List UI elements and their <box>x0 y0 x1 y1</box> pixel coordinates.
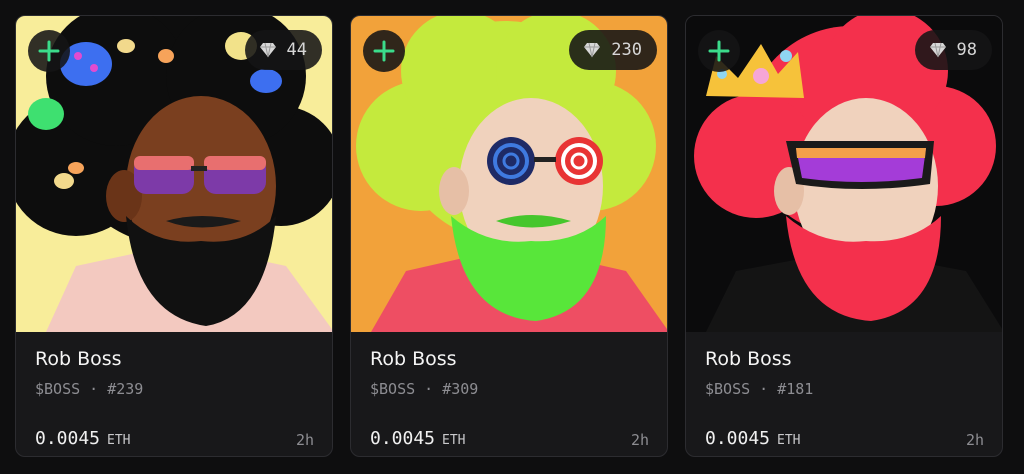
separator: · <box>759 380 769 398</box>
plus-icon <box>38 40 60 62</box>
collection-line: $BOSS · #181 <box>705 380 813 398</box>
separator: · <box>424 380 434 398</box>
collection-line: $BOSS · #239 <box>35 380 143 398</box>
nft-name: Rob Boss <box>35 348 122 370</box>
token-id: #239 <box>107 380 144 398</box>
token-id: #309 <box>442 380 479 398</box>
likes-badge[interactable]: 98 <box>914 30 992 70</box>
diamond-icon <box>584 42 601 58</box>
diamond-icon <box>929 42 946 58</box>
nft-image[interactable]: 44 <box>16 16 332 332</box>
nft-card[interactable]: 98 Rob Boss $BOSS · #181 0.0045 ETH 2h <box>685 15 1003 457</box>
ticker: $BOSS <box>705 380 751 398</box>
nft-name: Rob Boss <box>705 348 792 370</box>
price-value: 0.0045 <box>705 428 771 449</box>
plus-icon <box>708 40 730 62</box>
card-meta: Rob Boss $BOSS · #181 0.0045 ETH 2h <box>686 332 1002 456</box>
listed-time: 2h <box>965 431 984 449</box>
diamond-icon <box>259 42 276 58</box>
price-value: 0.0045 <box>35 428 101 449</box>
card-meta: Rob Boss $BOSS · #309 0.0045 ETH 2h <box>351 332 667 456</box>
plus-icon <box>373 40 395 62</box>
price-value: 0.0045 <box>370 428 436 449</box>
ticker: $BOSS <box>370 380 416 398</box>
price: 0.0045 ETH <box>370 428 466 449</box>
card-meta: Rob Boss $BOSS · #239 0.0045 ETH 2h <box>16 332 332 456</box>
listed-time: 2h <box>630 431 649 449</box>
nft-grid: 44 Rob Boss $BOSS · #239 0.0045 ETH 2h 2… <box>0 0 1024 474</box>
nft-card[interactable]: 230 Rob Boss $BOSS · #309 0.0045 ETH 2h <box>350 15 668 457</box>
price-currency: ETH <box>442 433 466 448</box>
price-currency: ETH <box>777 433 801 448</box>
separator: · <box>89 380 99 398</box>
likes-badge[interactable]: 44 <box>244 30 322 70</box>
price: 0.0045 ETH <box>705 428 801 449</box>
add-button[interactable] <box>28 30 70 72</box>
price-currency: ETH <box>107 433 131 448</box>
nft-image[interactable]: 230 <box>351 16 667 332</box>
listed-time: 2h <box>295 431 314 449</box>
price: 0.0045 ETH <box>35 428 131 449</box>
token-id: #181 <box>777 380 814 398</box>
likes-count: 230 <box>611 40 642 60</box>
collection-line: $BOSS · #309 <box>370 380 478 398</box>
nft-image[interactable]: 98 <box>686 16 1002 332</box>
likes-count: 98 <box>956 40 977 60</box>
add-button[interactable] <box>363 30 405 72</box>
nft-name: Rob Boss <box>370 348 457 370</box>
add-button[interactable] <box>698 30 740 72</box>
likes-badge[interactable]: 230 <box>569 30 657 70</box>
ticker: $BOSS <box>35 380 81 398</box>
nft-card[interactable]: 44 Rob Boss $BOSS · #239 0.0045 ETH 2h <box>15 15 333 457</box>
likes-count: 44 <box>286 40 307 60</box>
